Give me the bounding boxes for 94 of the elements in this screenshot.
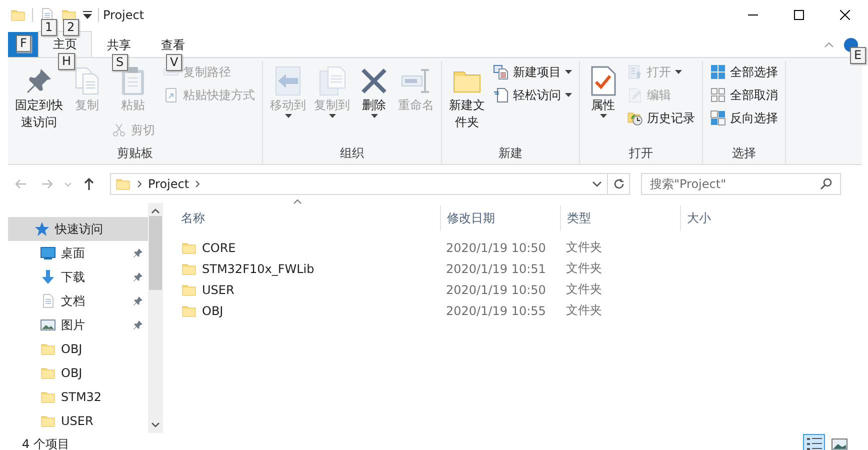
column-header[interactable]: 类型 (560, 205, 680, 231)
ribbon-button[interactable]: 删除 (355, 61, 393, 122)
ribbon-button[interactable]: 新建文件夹 (446, 61, 488, 135)
group-label: 选择 (731, 145, 757, 162)
empty-grid-icon (710, 87, 726, 103)
scroll-up-icon (151, 208, 160, 214)
pictures-icon (40, 317, 56, 333)
image-icon (830, 436, 848, 450)
table-cell-text: 文件夹 (565, 239, 603, 256)
refresh-icon (612, 178, 624, 190)
folder-icon (61, 7, 77, 23)
group-label: 组织 (339, 145, 365, 162)
nav-item[interactable]: 下载 (8, 265, 148, 289)
table-cell-text: 2020/1/19 10:51 (445, 262, 547, 276)
folder-icon (40, 365, 56, 381)
column-header[interactable]: 大小 (680, 205, 760, 231)
close-icon (840, 10, 850, 20)
desktop-icon (40, 245, 56, 261)
keytip: E (850, 46, 866, 64)
ribbon-button[interactable]: 属性 (584, 61, 622, 122)
nav-item[interactable]: 桌面 (8, 241, 148, 265)
download-icon (40, 269, 56, 285)
chevron-icon (137, 180, 142, 188)
folder-icon (40, 413, 56, 429)
table-cell-text: 文件夹 (565, 260, 603, 277)
collapse-ribbon-icon[interactable] (824, 42, 834, 48)
table-cell-text: 文件夹 (565, 302, 603, 319)
scrollbar[interactable] (148, 203, 163, 433)
keytip: V (166, 54, 182, 71)
nav-item[interactable]: STM32 (8, 385, 148, 409)
up-arrow-icon (82, 177, 96, 191)
grid-icon (710, 64, 726, 80)
table-cell-text: 文件夹 (565, 281, 603, 298)
document-icon (40, 293, 56, 309)
file-name[interactable]: OBJ (175, 302, 440, 318)
group-label: 打开 (628, 145, 654, 162)
refresh-button[interactable] (608, 173, 630, 195)
keytip: 1 (41, 19, 57, 36)
ribbon-button[interactable]: 新建项目 (490, 61, 575, 83)
nav-item[interactable]: OBJ (8, 337, 148, 361)
item-count: 4 个项目 (22, 436, 70, 450)
maximize-icon (794, 10, 804, 20)
back-arrow-icon (14, 177, 28, 191)
ribbon-tab[interactable]: 共享 (92, 32, 146, 57)
search-icon (820, 178, 832, 190)
details-view-button[interactable] (803, 434, 825, 450)
folder-icon (10, 7, 26, 23)
column-header[interactable]: 修改日期 (440, 205, 560, 231)
easy-access-icon (493, 87, 509, 103)
file-name[interactable]: USER (175, 282, 440, 298)
ribbon-button[interactable]: 轻松访问 (490, 84, 575, 106)
group-label: 新建 (498, 145, 524, 162)
file-name[interactable]: CORE (175, 240, 440, 256)
nav-item[interactable]: OBJ (8, 361, 148, 385)
open-icon (627, 64, 643, 80)
ribbon-tab[interactable]: 查看 (146, 32, 200, 57)
edit-icon (627, 87, 643, 103)
group-label: 剪贴板 (116, 145, 154, 162)
new-item-icon (493, 64, 509, 80)
invert-grid-icon (710, 110, 726, 126)
scissors-icon (111, 122, 127, 138)
folder-icon (40, 389, 56, 405)
folder-icon (115, 176, 131, 192)
chevron-icon (195, 180, 200, 188)
dropdown-chevron-icon[interactable] (592, 181, 602, 187)
shortcut-icon (163, 87, 179, 103)
keytip: H (58, 53, 76, 70)
scroll-down-icon (151, 422, 160, 428)
keytip: F (16, 35, 31, 52)
ribbon-button[interactable]: 全部选择 (707, 61, 781, 83)
ribbon-button[interactable]: 全部取消 (707, 84, 781, 106)
search-field[interactable]: 搜索"Project" (641, 173, 841, 195)
nav-item[interactable]: 图片 (8, 313, 148, 337)
history-icon (627, 110, 643, 126)
file-name[interactable]: STM32F10x_FWLib (175, 260, 440, 276)
table-cell-text: 2020/1/19 10:50 (445, 240, 547, 254)
breadcrumb[interactable]: Project (148, 177, 190, 191)
customize-caret-icon[interactable] (83, 11, 92, 19)
window-title: Project (103, 8, 144, 22)
nav-item[interactable]: USER (8, 409, 148, 433)
table-cell-text: 2020/1/19 10:55 (445, 304, 547, 318)
keytip: 2 (63, 19, 79, 36)
star-icon (34, 221, 50, 237)
nav-item[interactable]: 快速访问 (8, 217, 148, 241)
list-icon (806, 436, 822, 450)
address-bar[interactable]: Project (110, 173, 608, 195)
folder-icon (40, 341, 56, 357)
keytip: S (112, 54, 128, 71)
ribbon-button[interactable]: 反向选择 (707, 107, 781, 129)
ribbon-button[interactable]: 历史记录 (624, 107, 698, 129)
nav-item[interactable]: 文档 (8, 289, 148, 313)
column-header[interactable]: 名称 (175, 205, 440, 231)
table-cell-text: 2020/1/19 10:50 (445, 282, 547, 296)
forward-arrow-icon (40, 177, 54, 191)
